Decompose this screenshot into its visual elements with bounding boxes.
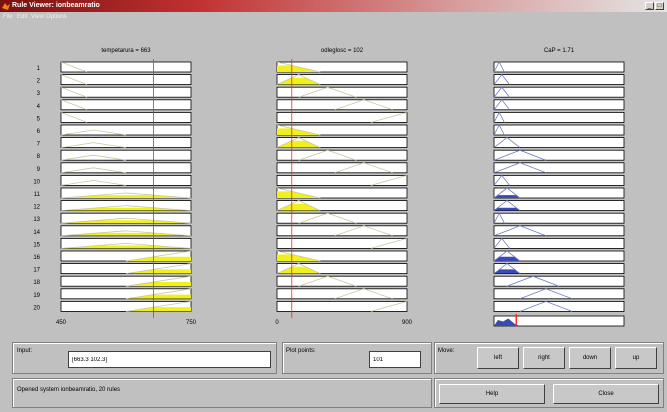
status-panel: Opened system ionbeamratio, 20 rules bbox=[12, 378, 432, 408]
rule-number: 3 bbox=[37, 91, 41, 97]
menu-file[interactable]: File bbox=[3, 13, 13, 21]
output-rule-box bbox=[493, 61, 625, 73]
rule-number: 4 bbox=[37, 104, 41, 110]
rule-number: 19 bbox=[33, 293, 40, 299]
input1-axis-max: 750 bbox=[186, 320, 197, 326]
input2-label: odleglosc = 102 bbox=[321, 48, 364, 54]
rule-number: 7 bbox=[37, 142, 41, 148]
rule-number: 11 bbox=[34, 192, 41, 198]
rule-number: 20 bbox=[33, 305, 40, 311]
menu-bar: File Edit View Options bbox=[0, 12, 667, 22]
menu-options[interactable]: Options bbox=[46, 13, 67, 21]
plot-points-field[interactable] bbox=[369, 351, 421, 368]
output-rule-box bbox=[493, 225, 625, 237]
rule-number: 12 bbox=[33, 205, 40, 211]
menu-edit[interactable]: Edit bbox=[17, 13, 27, 21]
maximize-button[interactable]: □ bbox=[655, 2, 664, 10]
input1-rule-box bbox=[60, 74, 192, 85]
help-button[interactable]: Help bbox=[439, 384, 545, 404]
input-field[interactable] bbox=[68, 351, 271, 368]
input2-axis-min: 0 bbox=[275, 320, 279, 326]
input1-rule-box bbox=[60, 162, 192, 174]
plot-points-label: Plot points: bbox=[286, 348, 316, 354]
move-panel: Move: left right down up bbox=[434, 342, 664, 374]
rule-number: 2 bbox=[37, 79, 41, 85]
input1-axis-min: 450 bbox=[56, 320, 67, 326]
input1-rule-box bbox=[60, 99, 192, 111]
rule-number: 15 bbox=[33, 242, 40, 248]
rule-number: 14 bbox=[33, 230, 40, 236]
rule-number: 16 bbox=[33, 255, 40, 261]
menu-view[interactable]: View bbox=[31, 13, 44, 21]
status-text: Opened system ionbeamratio, 20 rules bbox=[17, 387, 121, 393]
output-rule-box bbox=[493, 86, 625, 98]
input1-rule-box bbox=[60, 174, 192, 186]
input-panel: Input: bbox=[12, 342, 277, 374]
close-button[interactable]: Close bbox=[553, 384, 659, 404]
rule-plot-area: tempetarura = 663 odleglosc = 102 CaP = 1.… bbox=[33, 48, 625, 327]
rule-number: 13 bbox=[33, 217, 40, 223]
output-rule-box bbox=[493, 124, 625, 136]
rule-number: 9 bbox=[37, 167, 41, 173]
output-rule-box bbox=[493, 149, 625, 161]
input1-rule-box bbox=[60, 112, 192, 123]
output-rule-box bbox=[493, 112, 625, 123]
plot-points-panel: Plot points: bbox=[282, 342, 432, 374]
input2-axis-max: 900 bbox=[402, 320, 413, 326]
output-rule-box bbox=[493, 162, 625, 174]
rule-number: 10 bbox=[33, 179, 40, 185]
rule-number: 18 bbox=[33, 280, 40, 286]
output-rule-box bbox=[493, 275, 625, 287]
help-close-panel: Help Close bbox=[434, 378, 664, 408]
rule-number: 6 bbox=[37, 129, 41, 135]
output-rule-box bbox=[493, 237, 625, 249]
move-up-button[interactable]: up bbox=[615, 347, 657, 369]
input-label: Input: bbox=[17, 348, 33, 354]
output-rule-box bbox=[493, 174, 625, 186]
input1-rule-box bbox=[60, 86, 192, 98]
move-right-button[interactable]: right bbox=[523, 347, 565, 369]
input1-rule-box bbox=[60, 61, 192, 73]
output-rule-box bbox=[493, 212, 625, 224]
input1-rule-box bbox=[60, 137, 192, 148]
minimize-button[interactable]: _ bbox=[645, 2, 654, 10]
move-label: Move: bbox=[438, 348, 455, 354]
rule-number: 1 bbox=[37, 66, 41, 72]
input1-label: tempetarura = 663 bbox=[101, 48, 151, 54]
title-bar: Rule Viewer: ionbeamratio _ □ bbox=[0, 0, 667, 12]
rule-number: 17 bbox=[33, 268, 40, 274]
input1-rule-box bbox=[60, 124, 192, 136]
output-rule-box bbox=[493, 99, 625, 111]
output-rule-box bbox=[493, 74, 625, 85]
move-down-button[interactable]: down bbox=[569, 347, 611, 369]
rule-number: 5 bbox=[37, 116, 41, 122]
matlab-logo-icon bbox=[2, 3, 10, 10]
input1-rule-box bbox=[60, 149, 192, 161]
output-label: CaP = 1.71 bbox=[544, 48, 575, 54]
move-left-button[interactable]: left bbox=[477, 347, 519, 369]
rule-number: 8 bbox=[37, 154, 41, 160]
window-title: Rule Viewer: ionbeamratio bbox=[12, 2, 100, 9]
